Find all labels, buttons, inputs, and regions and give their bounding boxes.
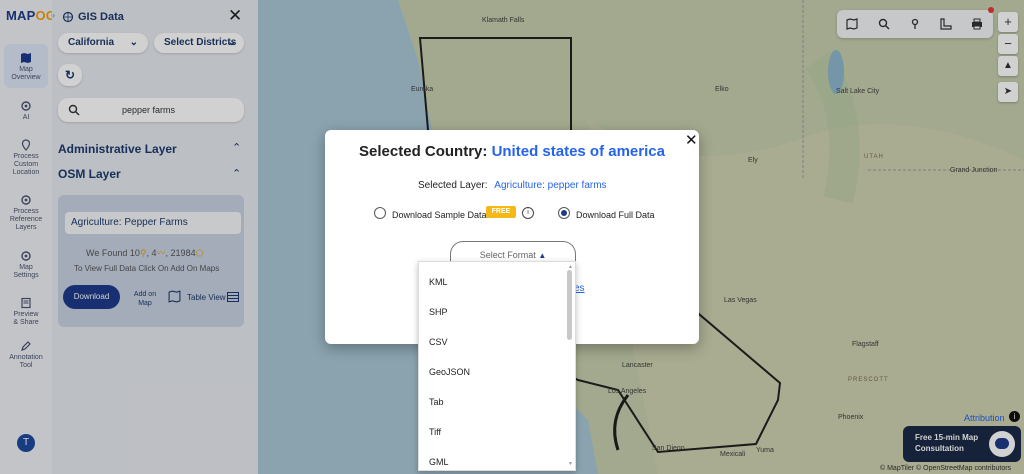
info-icon[interactable]: i [522,207,534,219]
caret-up-icon: ▲ [538,251,547,260]
dropdown-scrollbar[interactable] [567,270,572,340]
format-dropdown: KML SHP CSV GeoJSON Tab Tiff GML ▲ ▼ [418,261,576,471]
selected-country: United states of america [491,143,665,160]
full-data-label[interactable]: Download Full Data [576,210,655,220]
full-data-radio[interactable] [558,207,570,219]
free-badge: FREE [486,206,516,218]
format-option-kml[interactable]: KML [429,277,448,287]
sample-data-label[interactable]: Download Sample Data [392,210,487,220]
modal-title-prefix: Selected Country: [359,143,488,160]
format-option-csv[interactable]: CSV [429,337,448,347]
format-option-shp[interactable]: SHP [429,307,448,317]
format-option-geojson[interactable]: GeoJSON [429,367,470,377]
selected-layer-value: Agriculture: pepper farms [494,180,607,191]
format-option-tab[interactable]: Tab [429,397,444,407]
format-option-tiff[interactable]: Tiff [429,427,441,437]
close-modal-icon[interactable]: ✕ [685,131,698,149]
sample-data-radio[interactable] [374,207,386,219]
scroll-down-arrow-icon[interactable]: ▼ [568,461,573,467]
modal-title: Selected Country: United states of ameri… [325,143,699,160]
format-option-gml[interactable]: GML [429,457,449,467]
format-select-placeholder: Select Format [479,250,536,260]
selected-layer-row: Selected Layer: Agriculture: pepper farm… [418,180,607,191]
selected-layer-label: Selected Layer: [418,180,488,191]
